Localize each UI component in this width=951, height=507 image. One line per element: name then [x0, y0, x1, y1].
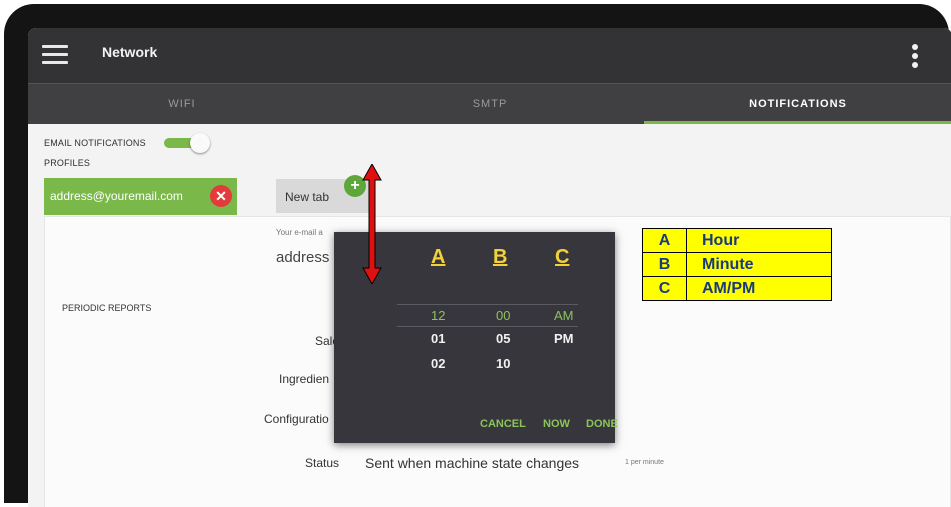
minute-option[interactable]: 10	[496, 356, 510, 371]
annotation-letter-c: C	[555, 246, 570, 268]
legend-value: Minute	[686, 252, 832, 277]
legend-key: B	[642, 252, 687, 277]
tab-wifi[interactable]: WIFI	[28, 84, 336, 124]
configuration-row-label: Configuratio	[264, 412, 329, 426]
status-frequency-select[interactable]: Sent when machine state changes	[365, 455, 579, 471]
annotation-letter-b: B	[493, 246, 508, 268]
new-tab-button[interactable]: New tab +	[276, 175, 373, 213]
ampm-option[interactable]: AM	[554, 308, 574, 323]
toggle-knob	[190, 133, 210, 153]
close-icon[interactable]: ✕	[210, 185, 232, 207]
profile-email-label: address@youremail.com	[50, 189, 183, 203]
legend-row: A Hour	[642, 228, 832, 253]
periodic-reports-label: PERIODIC REPORTS	[62, 303, 152, 313]
email-notifications-toggle[interactable]	[164, 133, 212, 153]
legend-value: Hour	[686, 228, 832, 253]
legend-row: B Minute	[642, 252, 832, 277]
status-rate-text: 1 per minute	[625, 459, 664, 466]
tab-notifications[interactable]: NOTIFICATIONS	[644, 84, 951, 124]
more-vert-icon[interactable]	[912, 44, 918, 68]
hour-option[interactable]: 01	[431, 331, 445, 346]
app-bar: Network	[28, 28, 951, 83]
page-title: Network	[102, 44, 158, 60]
tab-bar: WIFI SMTP NOTIFICATIONS	[28, 83, 951, 124]
minute-option[interactable]: 00	[496, 308, 510, 323]
hour-option[interactable]: 02	[431, 356, 445, 371]
cancel-button[interactable]: CANCEL	[480, 418, 526, 430]
legend-key: A	[642, 228, 687, 253]
tab-smtp[interactable]: SMTP	[336, 84, 644, 124]
ingredients-row-label: Ingredien	[279, 372, 330, 386]
email-field[interactable]: address	[276, 249, 329, 266]
now-button[interactable]: NOW	[543, 418, 570, 430]
hour-option[interactable]: 12	[431, 308, 445, 323]
done-button[interactable]: DONE	[586, 418, 618, 430]
minute-option[interactable]: 05	[496, 331, 510, 346]
selection-line-bottom	[397, 326, 578, 327]
legend-value: AM/PM	[686, 276, 832, 301]
legend-row: C AM/PM	[642, 276, 832, 301]
double-arrow-icon	[362, 164, 382, 284]
legend-key: C	[642, 276, 687, 301]
status-row-label: Status	[305, 456, 340, 470]
email-notifications-label: EMAIL NOTIFICATIONS	[44, 138, 146, 148]
new-tab-label: New tab	[285, 190, 330, 204]
profile-tab-active[interactable]: address@youremail.com ✕	[44, 178, 237, 215]
selection-line-top	[397, 304, 578, 305]
email-field-label: Your e-mail a	[276, 228, 323, 237]
hamburger-menu-icon[interactable]	[42, 45, 68, 65]
annotation-legend: A Hour B Minute C AM/PM	[642, 228, 832, 301]
ampm-option[interactable]: PM	[554, 331, 574, 346]
annotation-letter-a: A	[431, 246, 446, 268]
notifications-content: EMAIL NOTIFICATIONS PROFILES address@you…	[28, 124, 951, 507]
profiles-label: PROFILES	[44, 158, 91, 168]
